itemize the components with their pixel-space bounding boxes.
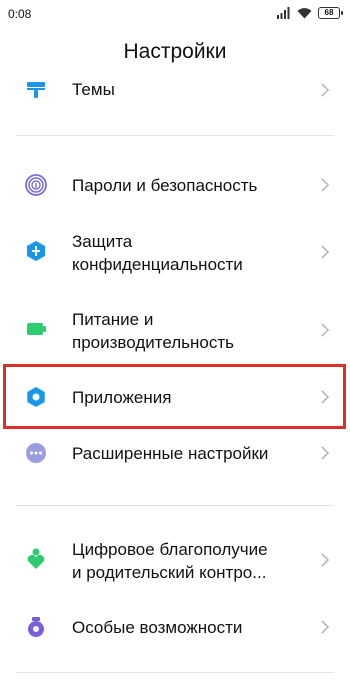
settings-item-label: Темы [72, 80, 115, 99]
settings-item-label: Особые возможности [72, 618, 243, 637]
divider [16, 672, 334, 673]
status-icons: 68 [277, 6, 343, 20]
status-time: 0:08 [8, 7, 32, 21]
settings-item-label: Питание и [72, 310, 154, 329]
chevron-right-icon [321, 446, 330, 460]
settings-item-label-line2: конфиденциальности [72, 255, 243, 274]
page-title: Настройки [123, 40, 227, 63]
more-dots-icon [25, 442, 47, 464]
chevron-right-icon [321, 178, 330, 192]
wifi-icon [297, 8, 312, 19]
settings-item-advanced[interactable]: Расширенные настройки [0, 436, 350, 470]
settings-item-apps[interactable]: Приложения [0, 380, 350, 414]
battery-level: 68 [324, 8, 334, 17]
chevron-right-icon [321, 245, 330, 259]
wellbeing-icon [25, 548, 47, 570]
chevron-right-icon [321, 390, 330, 404]
chevron-right-icon [321, 553, 330, 567]
settings-item-passwords[interactable]: Пароли и безопасность [0, 168, 350, 202]
settings-item-label-line2: и родительский контро... [72, 563, 267, 582]
chevron-right-icon [321, 83, 330, 97]
fingerprint-icon [25, 174, 47, 196]
themes-icon [25, 79, 47, 101]
chevron-right-icon [321, 323, 330, 337]
settings-item-label: Защита [72, 232, 133, 251]
status-bar: 0:08 68 [0, 0, 350, 28]
settings-item-label: Приложения [72, 388, 172, 407]
settings-item-label-line2: производительность [72, 333, 234, 352]
settings-item-themes[interactable]: Темы [0, 75, 350, 105]
signal-icon [277, 7, 290, 19]
settings-item-battery[interactable]: Питание и производительность [0, 306, 350, 354]
settings-item-privacy[interactable]: Защита конфиденциальности [0, 228, 350, 276]
divider [16, 135, 334, 136]
settings-item-label: Пароли и безопасность [72, 176, 258, 195]
apps-gear-icon [25, 386, 47, 408]
settings-item-label: Расширенные настройки [72, 444, 269, 463]
accessibility-icon [25, 616, 47, 638]
settings-item-wellbeing[interactable]: Цифровое благополучие и родительский кон… [0, 536, 350, 584]
divider [16, 505, 334, 506]
battery-performance-icon [25, 318, 47, 340]
chevron-right-icon [321, 620, 330, 634]
settings-item-accessibility[interactable]: Особые возможности [0, 610, 350, 644]
settings-item-label: Цифровое благополучие [72, 540, 268, 559]
privacy-shield-icon [25, 240, 47, 262]
battery-icon: 68 [318, 7, 343, 19]
